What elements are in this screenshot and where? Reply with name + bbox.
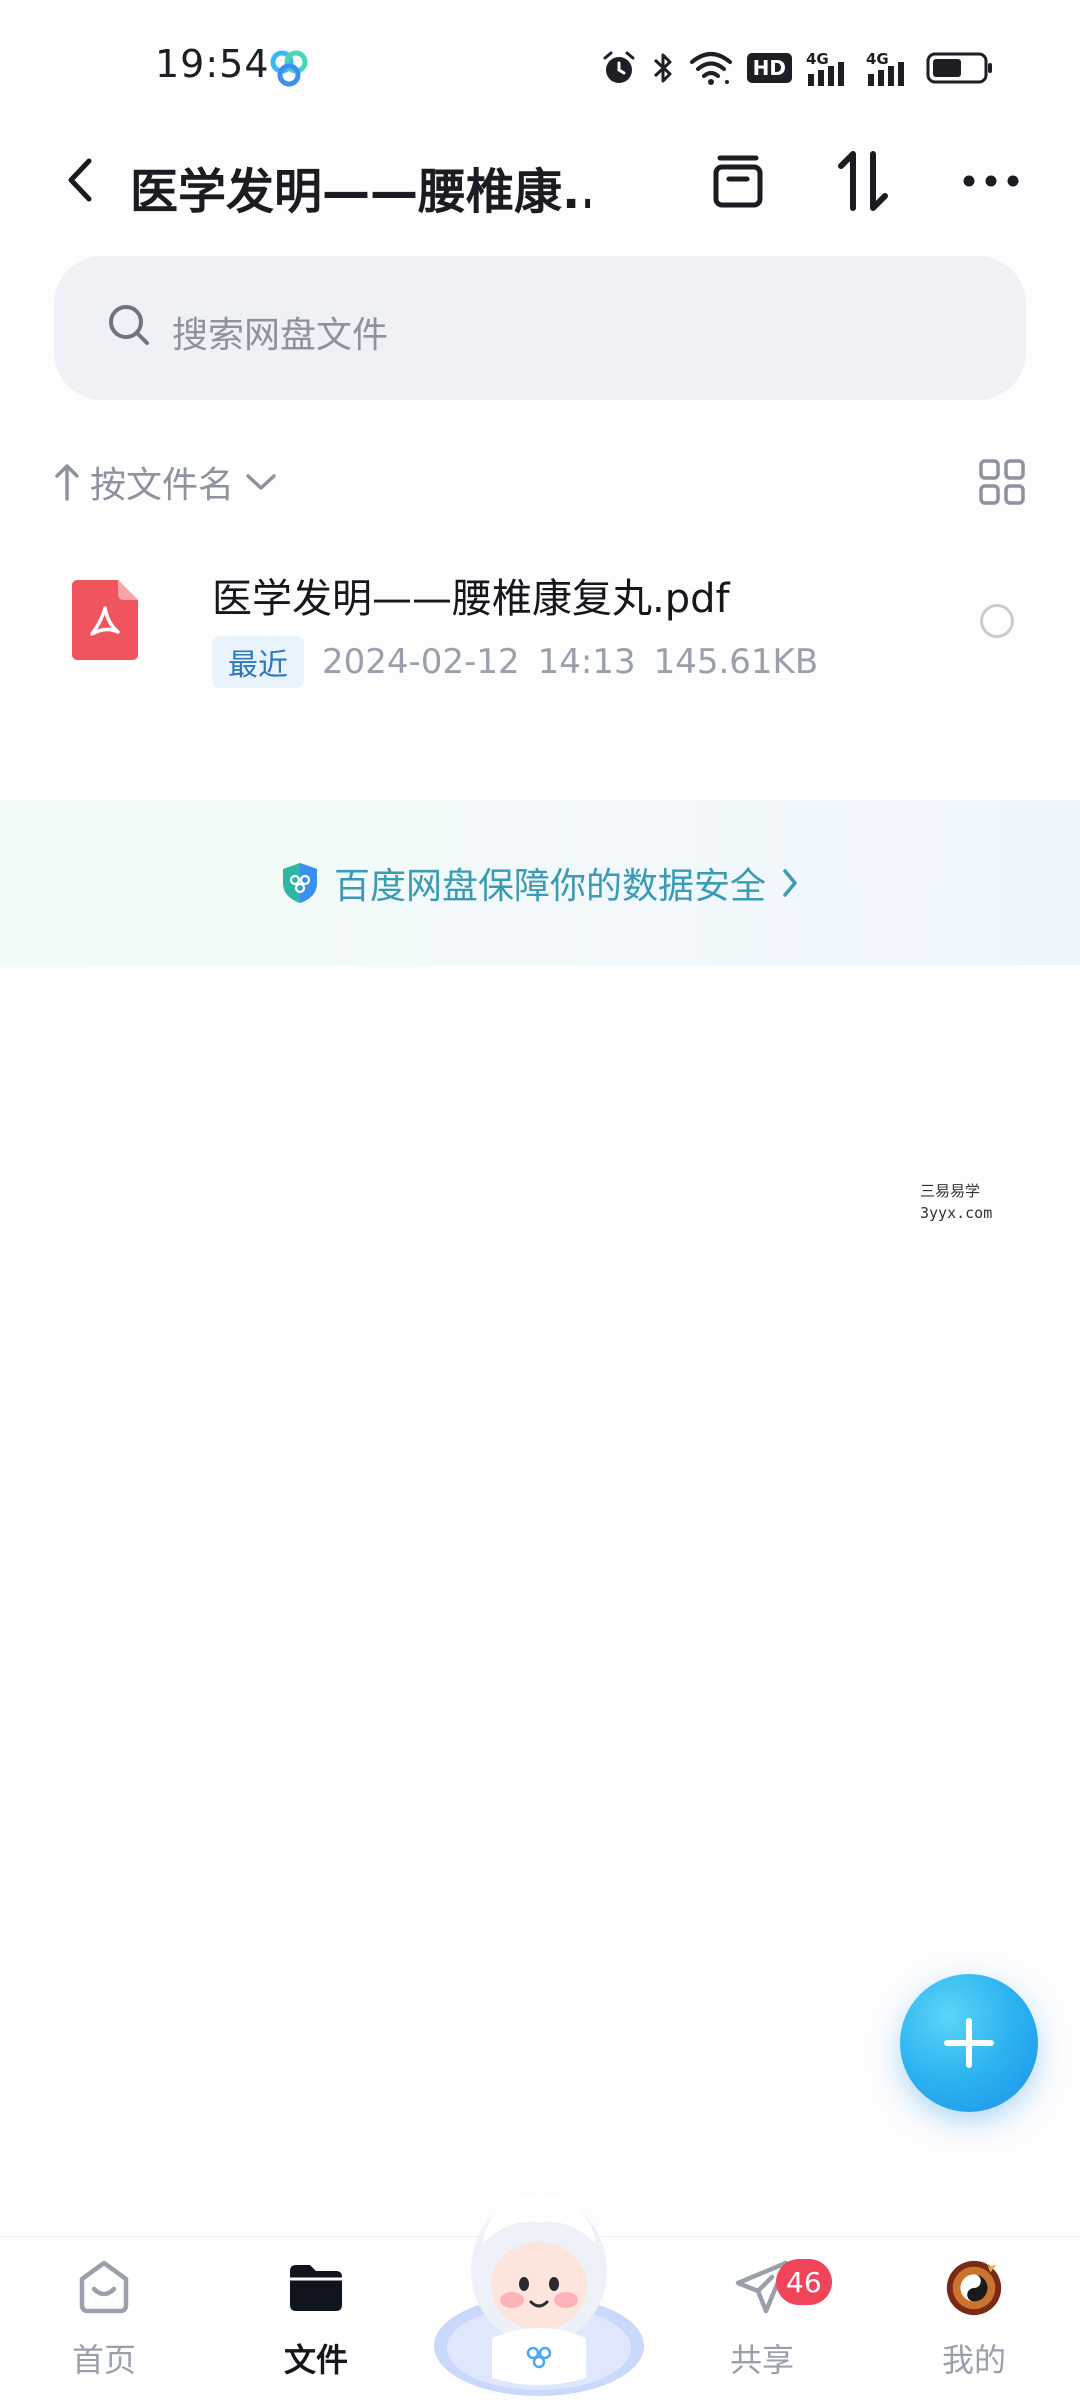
battery-icon xyxy=(926,52,992,84)
nav-item-files[interactable]: 文件 xyxy=(246,2255,386,2395)
file-time: 14:13 xyxy=(537,642,636,682)
watermark: 三易易学 3yyx.com xyxy=(920,1180,992,1224)
file-name: 医学发明——腰椎康复丸.pdf xyxy=(212,576,730,622)
nav-label-home: 首页 xyxy=(71,2341,136,2379)
shield-icon xyxy=(282,862,317,903)
arrow-up-icon xyxy=(55,464,79,501)
add-button[interactable] xyxy=(900,1974,1038,2112)
more-button[interactable] xyxy=(958,148,1024,214)
back-button[interactable] xyxy=(50,150,110,210)
signal-4g-icon: 4G xyxy=(806,50,852,86)
status-bar: 19:54 HD 4G 4G xyxy=(0,0,1080,130)
file-size: 145.61KB xyxy=(653,642,819,682)
search-icon xyxy=(109,305,149,345)
plus-icon xyxy=(944,2018,994,2068)
nav-item-mine[interactable]: 我的 xyxy=(904,2255,1044,2395)
avatar-icon xyxy=(942,2255,1006,2319)
status-icons: HD 4G 4G xyxy=(601,48,994,88)
hd-label: HD xyxy=(752,56,786,80)
file-date: 2024-02-12 xyxy=(322,642,520,682)
search-input[interactable]: 搜索网盘文件 xyxy=(54,256,1026,400)
header: 医学发明——腰椎康... xyxy=(0,130,1080,230)
nav-label-mine: 我的 xyxy=(941,2341,1006,2379)
sort-by-name-button[interactable]: 按文件名 xyxy=(54,452,278,512)
archive-button[interactable] xyxy=(705,148,771,214)
recent-badge: 最近 xyxy=(212,636,304,688)
pdf-icon xyxy=(72,580,138,660)
alarm-icon xyxy=(603,51,635,83)
more-icon xyxy=(963,175,1019,187)
chevron-right-icon xyxy=(783,868,797,897)
sort-order-icon xyxy=(838,151,888,211)
chevron-down-icon xyxy=(246,474,276,490)
hd-icon: HD xyxy=(746,53,792,83)
search-placeholder: 搜索网盘文件 xyxy=(172,315,389,356)
banner-text: 百度网盘保障你的数据安全 xyxy=(333,865,766,907)
signal-4g-icon: 4G xyxy=(866,50,912,86)
security-banner[interactable]: 百度网盘保障你的数据安全 xyxy=(0,800,1080,965)
share-count-badge: 46 xyxy=(776,2259,832,2305)
archive-icon xyxy=(713,155,763,208)
watermark-line-1: 三易易学 xyxy=(920,1182,981,1200)
folder-icon xyxy=(284,2255,348,2319)
back-icon xyxy=(68,158,92,202)
file-list-item[interactable]: 医学发明——腰椎康复丸.pdf 最近 2024-02-12 14:13 145.… xyxy=(0,550,1080,700)
nav-label-files: 文件 xyxy=(283,2341,348,2379)
grid-view-icon[interactable] xyxy=(978,458,1026,506)
nav-label-share: 共享 xyxy=(729,2341,794,2379)
status-time: 19:54 xyxy=(155,42,270,86)
page: 19:54 HD 4G 4G 医学发明——腰椎康... 搜索网盘文件 按文件名 … xyxy=(0,0,1080,2400)
sort-row: 按文件名 xyxy=(54,452,1026,512)
sort-label: 按文件名 xyxy=(90,465,235,506)
page-title: 医学发明——腰椎康... xyxy=(130,164,590,220)
sort-order-button[interactable] xyxy=(830,148,896,214)
mascot-icon[interactable] xyxy=(430,2178,648,2400)
nav-item-share[interactable]: 46 共享 xyxy=(692,2255,832,2395)
watermark-line-2: 3yyx.com xyxy=(920,1204,993,1222)
wifi-icon xyxy=(689,52,732,85)
bluetooth-icon xyxy=(653,53,672,83)
file-select-checkbox[interactable] xyxy=(980,604,1014,638)
nav-item-home[interactable]: 首页 xyxy=(34,2255,174,2395)
home-icon xyxy=(72,2255,136,2319)
file-meta: 最近 2024-02-12 14:13 145.61KB xyxy=(212,636,818,688)
baidu-netdisk-icon xyxy=(270,50,308,87)
